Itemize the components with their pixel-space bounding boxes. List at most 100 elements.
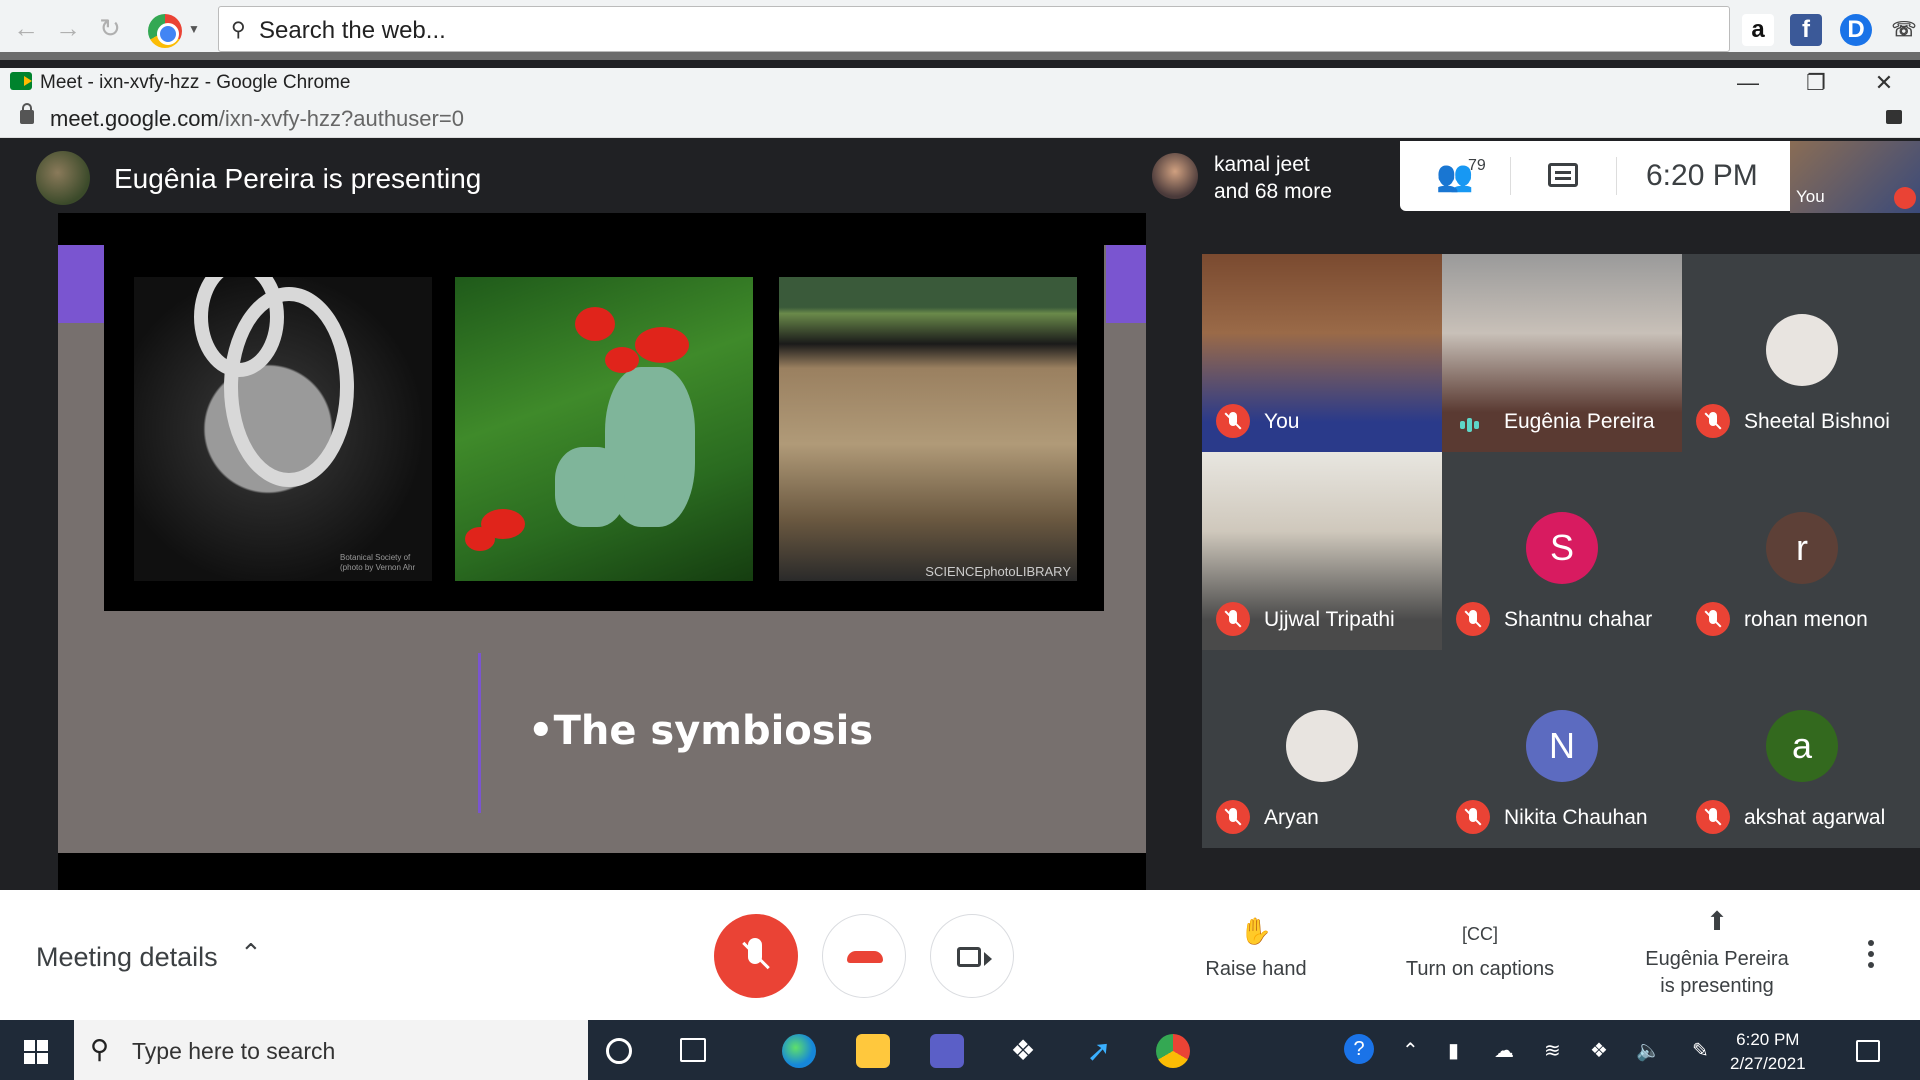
slide-bullet: •The symbiosis: [528, 708, 874, 754]
mic-off-icon: [1216, 602, 1250, 636]
forward-icon[interactable]: →: [54, 14, 82, 42]
participant-tile[interactable]: Aryan: [1202, 650, 1442, 848]
cloud-icon[interactable]: ☁: [1494, 1038, 1514, 1063]
participant-tile[interactable]: r rohan menon: [1682, 452, 1920, 650]
search-icon: ⚲: [231, 19, 246, 41]
presenter-bar: Eugênia Pereira is presenting: [0, 139, 1150, 213]
presenting-title: Eugênia Pereira is presenting: [114, 163, 482, 194]
app-icon[interactable]: ➚: [1082, 1034, 1116, 1068]
camera-toggle-button[interactable]: [930, 914, 1014, 998]
file-explorer-icon[interactable]: [856, 1034, 890, 1068]
phone-icon[interactable]: ☏: [1888, 14, 1920, 46]
lock-icon[interactable]: [20, 103, 34, 124]
close-icon[interactable]: ✕: [1864, 70, 1904, 96]
leave-call-button[interactable]: [822, 914, 906, 998]
dropbox-icon[interactable]: ❖: [1006, 1034, 1040, 1068]
wifi-icon[interactable]: ≋: [1544, 1038, 1561, 1063]
chevron-up-icon[interactable]: ⌃: [1402, 1038, 1419, 1063]
camera-icon[interactable]: [1886, 110, 1902, 124]
meeting-time: 6:20 PM: [1646, 159, 1758, 192]
restore-icon[interactable]: ❐: [1796, 70, 1836, 96]
search-icon: ⚲: [90, 1034, 110, 1064]
edge-icon[interactable]: [782, 1034, 816, 1068]
chevron-down-icon[interactable]: ▼: [188, 22, 200, 36]
captions-label: Turn on captions: [1405, 958, 1555, 980]
present-now-button[interactable]: ⬆ Eugênia Pereira is presenting: [1636, 908, 1798, 1000]
mic-off-icon: [1696, 800, 1730, 834]
meet-controls-bar: Meeting details ⌃ ✋ Raise hand [CC] Turn…: [0, 890, 1920, 1020]
pen-icon[interactable]: ✎: [1692, 1038, 1709, 1063]
chrome-icon[interactable]: [148, 14, 182, 48]
task-view-icon[interactable]: [680, 1038, 706, 1062]
captions-icon: [CC]: [1462, 924, 1498, 944]
web-search-input[interactable]: ⚲ Search the web...: [218, 6, 1730, 52]
camera-icon: [957, 947, 981, 967]
red-cap-shape: [575, 307, 615, 341]
cortana-icon[interactable]: [606, 1038, 632, 1064]
help-icon[interactable]: ?: [1344, 1034, 1374, 1064]
taskbar-search-input[interactable]: ⚲ Type here to search: [74, 1020, 588, 1080]
participant-name: Aryan: [1264, 806, 1319, 829]
presenting-label-2: is presenting: [1660, 975, 1774, 997]
chrome-icon[interactable]: [1156, 1034, 1190, 1068]
participant-tile[interactable]: Sheetal Bishnoi: [1682, 254, 1920, 452]
self-view[interactable]: You: [1790, 141, 1920, 213]
viewers-text: kamal jeet and 68 more: [1214, 151, 1332, 205]
chevron-up-icon[interactable]: ⌃: [240, 938, 262, 969]
chat-icon[interactable]: [1548, 163, 1578, 187]
teams-icon[interactable]: [930, 1034, 964, 1068]
facebook-icon[interactable]: f: [1790, 14, 1822, 46]
participant-tile[interactable]: You: [1202, 254, 1442, 452]
slide-divider: [478, 653, 481, 813]
hand-icon: ✋: [1239, 916, 1273, 946]
slide-image-crosssection: SCIENCEphotoLIBRARY: [779, 277, 1077, 581]
avatar: [36, 151, 90, 205]
volume-icon[interactable]: 🔈: [1636, 1038, 1661, 1063]
participant-tile[interactable]: Eugênia Pereira: [1442, 254, 1682, 452]
viewer-more: and 68 more: [1214, 180, 1332, 203]
slide-image-panel: Botanical Society of (photo by Vernon Ah…: [104, 245, 1104, 611]
red-cap-shape: [465, 527, 495, 551]
self-view-label: You: [1796, 187, 1825, 206]
mic-off-icon: [1456, 602, 1490, 636]
taskbar-search-placeholder: Type here to search: [132, 1038, 336, 1064]
windows-start-icon[interactable]: [24, 1040, 48, 1064]
minimize-icon[interactable]: —: [1728, 70, 1768, 96]
url-text[interactable]: meet.google.com/ixn-xvfy-hzz?authuser=0: [50, 106, 464, 132]
amazon-icon[interactable]: a: [1742, 14, 1774, 46]
meeting-details-button[interactable]: Meeting details: [36, 942, 218, 973]
lichen-shape: [555, 447, 625, 527]
participant-tile[interactable]: S Shantnu chahar: [1442, 452, 1682, 650]
divider: [1510, 157, 1511, 195]
avatar: N: [1526, 710, 1598, 782]
participant-tile[interactable]: N Nikita Chauhan: [1442, 650, 1682, 848]
avatar: r: [1766, 512, 1838, 584]
avatar: a: [1766, 710, 1838, 782]
participant-tile[interactable]: Ujjwal Tripathi: [1202, 452, 1442, 650]
slide-image-lichen: [455, 277, 753, 581]
meet-stage: Eugênia Pereira is presenting kamal jeet…: [0, 139, 1920, 890]
address-bar[interactable]: meet.google.com/ixn-xvfy-hzz?authuser=0: [0, 98, 1920, 138]
reload-icon[interactable]: ↻: [96, 14, 124, 42]
windows-taskbar: ⚲ Type here to search ❖ ➚ ? ⌃ ▮ ☁ ≋ ❖ 🔈 …: [0, 1020, 1920, 1080]
participant-name: akshat agarwal: [1744, 806, 1886, 829]
captions-button[interactable]: [CC] Turn on captions: [1396, 918, 1564, 983]
more-options-icon[interactable]: [1868, 940, 1874, 946]
dropbox-tray-icon[interactable]: ❖: [1590, 1038, 1608, 1063]
raise-hand-button[interactable]: ✋ Raise hand: [1196, 918, 1316, 983]
battery-icon[interactable]: ▮: [1448, 1038, 1459, 1063]
present-icon: ⬆: [1706, 906, 1728, 936]
mic-off-icon: [1216, 404, 1250, 438]
avatar: [1286, 710, 1358, 782]
hang-up-icon: [847, 951, 883, 963]
slide-accent-left: [58, 245, 104, 323]
notifications-icon[interactable]: [1856, 1040, 1880, 1062]
mic-off-icon: [1216, 800, 1250, 834]
d-icon[interactable]: D: [1840, 14, 1872, 46]
slide-image-micrograph: Botanical Society of (photo by Vernon Ah…: [134, 277, 432, 581]
participant-name: You: [1264, 410, 1300, 433]
back-icon[interactable]: ←: [12, 14, 40, 42]
microphone-toggle-button[interactable]: [714, 914, 798, 998]
taskbar-clock[interactable]: 6:20 PM 2/27/2021: [1730, 1028, 1806, 1076]
participant-tile[interactable]: a akshat agarwal: [1682, 650, 1920, 848]
